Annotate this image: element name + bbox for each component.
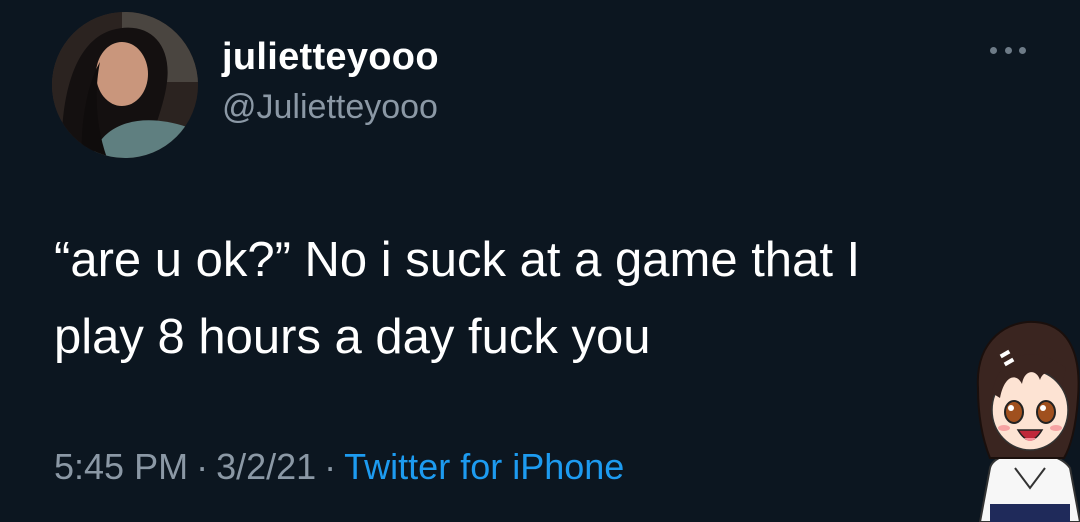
tweet-time[interactable]: 5:45 PM (54, 446, 188, 487)
tweet-text-line: “are u ok?” No i suck at a game that I (54, 233, 861, 287)
tweet-text-line: play 8 hours a day fuck you (54, 310, 651, 364)
more-dot (1019, 46, 1026, 54)
tweet-card: juliettey​o​o​o @Juliettey​ooo “are u ok… (0, 0, 1080, 522)
more-dot (1004, 46, 1012, 54)
display-name[interactable]: juliettey​o​o​o (222, 36, 439, 79)
user-handle[interactable]: @Juliettey​ooo (222, 88, 438, 127)
meta-separator: · (324, 446, 337, 487)
tweet-text: “are u ok?” No i suck at a game that I p… (54, 222, 974, 376)
tweet-meta: 5:45 PM · 3/2/21 · Twitter for iPhone (54, 446, 624, 488)
tweet-source-link[interactable]: Twitter for iPhone (344, 446, 624, 487)
more-dot (990, 46, 997, 54)
tweet-date[interactable]: 3/2/21 (216, 446, 316, 487)
avatar[interactable] (52, 12, 198, 158)
more-horizontal-icon[interactable] (990, 44, 1026, 56)
anime-girl-sticker (970, 318, 1080, 522)
meta-separator: · (196, 446, 209, 487)
